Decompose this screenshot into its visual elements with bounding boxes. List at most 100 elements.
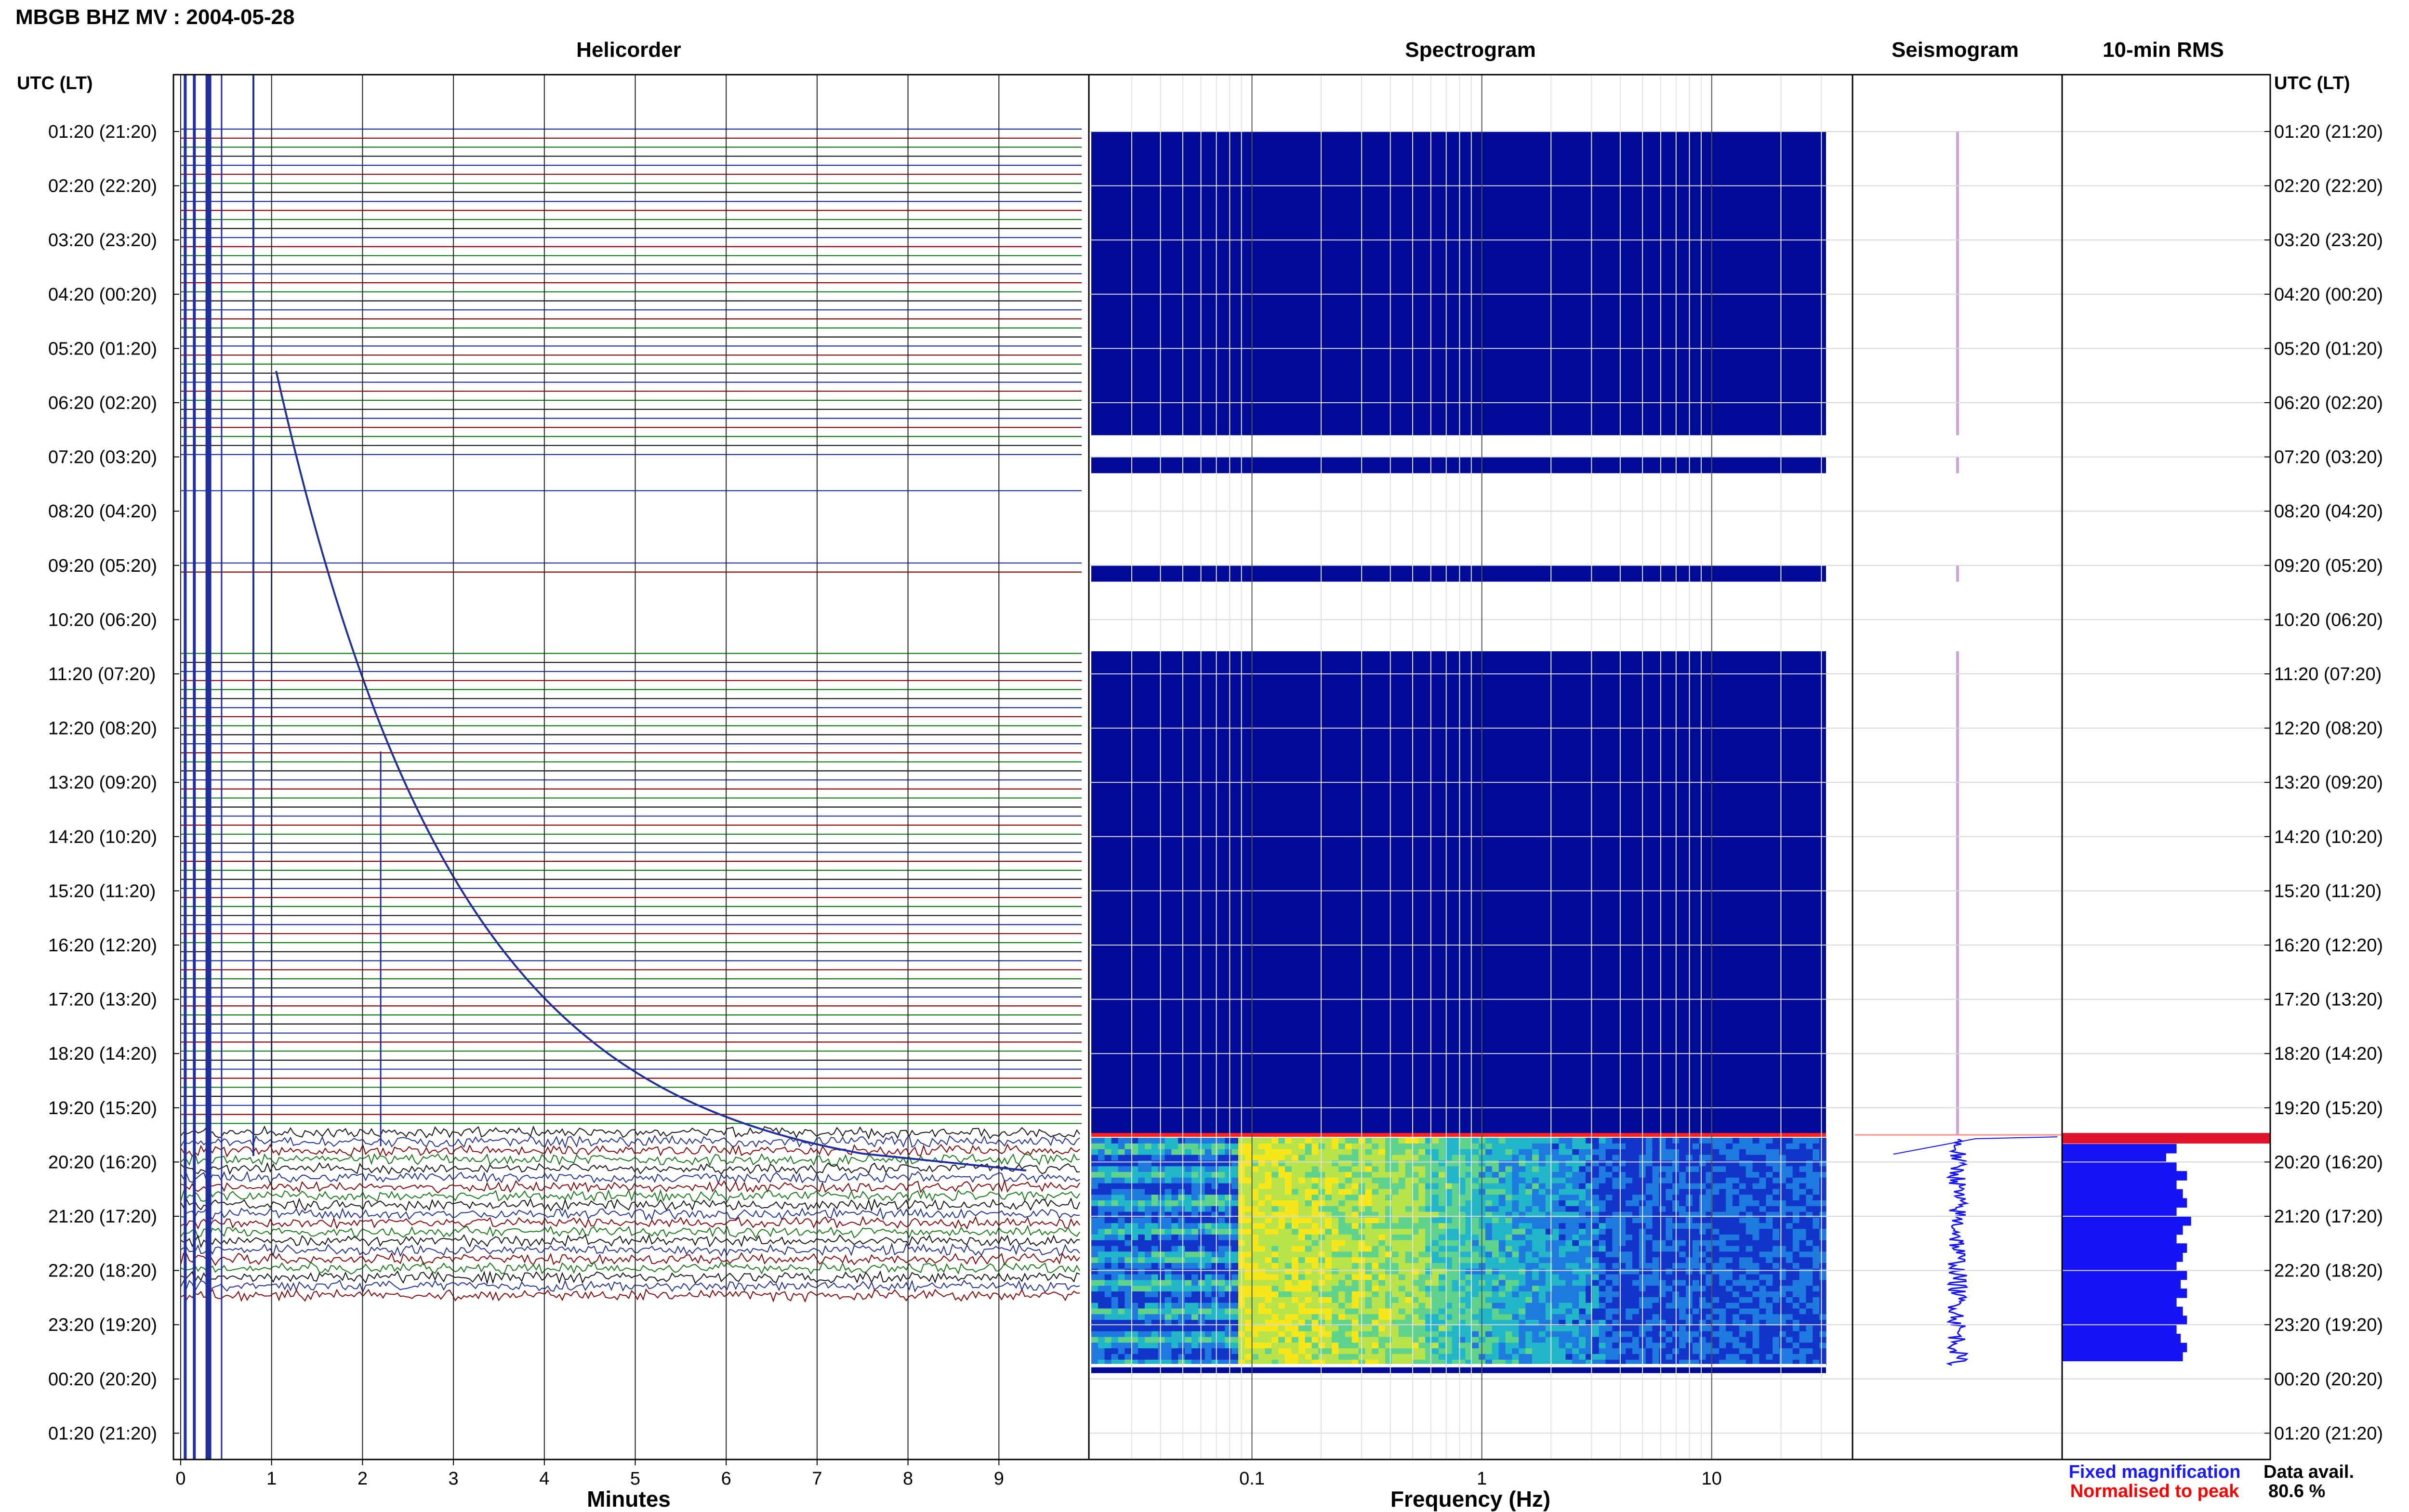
spectrogram-cell (1285, 1280, 1292, 1286)
y-tick-label-right: 21:20 (17:20) (2274, 1207, 2383, 1227)
spectrogram-cell (1579, 1189, 1586, 1195)
spectrogram-cell (1612, 1251, 1619, 1258)
spectrogram-cell (1225, 1297, 1232, 1303)
spectrogram-cell (1786, 1280, 1793, 1286)
y-tick-label-right: 11:20 (07:20) (2274, 664, 2382, 684)
spectrogram-cell (1231, 1314, 1239, 1320)
spectrogram-cell (1338, 1251, 1346, 1258)
spectrogram-cell (1699, 1200, 1707, 1207)
spectrogram-cell (1298, 1206, 1306, 1212)
spectrogram-cell (1338, 1274, 1346, 1280)
spectrogram-cell (1291, 1348, 1299, 1354)
spectrogram-cell (1178, 1280, 1185, 1286)
spectrogram-cell (1278, 1291, 1285, 1298)
spectrogram-cell (1365, 1172, 1372, 1178)
spectrogram-cell (1111, 1211, 1119, 1218)
spectrogram-cell (1599, 1211, 1606, 1218)
spectrogram-cell (1712, 1291, 1720, 1298)
spectrogram-cell (1452, 1354, 1459, 1360)
spectrogram-cell (1305, 1240, 1312, 1247)
spectrogram-cell (1278, 1280, 1285, 1286)
spectrogram-cell (1118, 1326, 1125, 1332)
spectrogram-cell (1438, 1297, 1446, 1303)
spectrogram-cell (1712, 1177, 1720, 1184)
spectrogram-cell (1204, 1143, 1212, 1150)
spectrogram-cell (1766, 1143, 1773, 1150)
spectrogram-cell (1579, 1234, 1586, 1241)
spectrogram-cell (1204, 1314, 1212, 1320)
spectrogram-cell (1138, 1286, 1145, 1292)
spectrogram-cell (1565, 1263, 1573, 1269)
spectrogram-cell (1786, 1217, 1793, 1223)
spectrogram-cell (1131, 1251, 1138, 1258)
spectrogram-cell (1739, 1268, 1747, 1275)
y-tick-label-left: 02:20 (22:20) (48, 176, 157, 197)
spectrogram-cell (1505, 1314, 1512, 1320)
spectrogram-cell (1505, 1149, 1512, 1156)
spectrogram-cell (1338, 1223, 1346, 1229)
spectrogram-cell (1291, 1257, 1299, 1263)
spectrogram-cell (1378, 1274, 1386, 1280)
spectrogram-cell (1351, 1160, 1359, 1167)
spectrogram-cell (1472, 1291, 1479, 1298)
rms-bar (2062, 1180, 2177, 1190)
spectrogram-cell (1572, 1331, 1579, 1338)
spectrogram-cell (1505, 1308, 1512, 1315)
spectrogram-cell (1512, 1229, 1519, 1235)
spectrogram-cell (1659, 1291, 1666, 1298)
spectrogram-cell (1138, 1342, 1145, 1349)
spectrogram-cell (1318, 1160, 1325, 1167)
spectrogram-cell (1806, 1348, 1813, 1354)
spectrogram-cell (1512, 1337, 1519, 1343)
spectrogram-cell (1211, 1308, 1218, 1315)
spectrogram-cell (1626, 1348, 1633, 1354)
spectrogram-cell (1752, 1229, 1760, 1235)
spectrogram-cell (1104, 1246, 1112, 1252)
spectrogram-cell (1365, 1229, 1372, 1235)
spectrogram-cell (1746, 1280, 1753, 1286)
spectrogram-cell (1538, 1240, 1546, 1247)
y-tick-label-left: 10:20 (06:20) (48, 610, 157, 630)
x-axis-label-spectrogram: Frequency (Hz) (1390, 1486, 1550, 1512)
spectrogram-cell (1485, 1206, 1493, 1212)
spectrogram-cell (1652, 1274, 1659, 1280)
spectrogram-cell (1091, 1337, 1099, 1343)
spectrogram-cell (1438, 1149, 1446, 1156)
spectrogram-cell (1104, 1308, 1112, 1315)
spectrogram-cell (1171, 1314, 1178, 1320)
spectrogram-cell (1632, 1257, 1640, 1263)
spectrogram-cell (1773, 1251, 1780, 1258)
spectrogram-cell (1265, 1251, 1272, 1258)
spectrogram-cell (1759, 1280, 1766, 1286)
spectrogram-cell (1318, 1263, 1325, 1269)
spectrogram-cell (1378, 1195, 1386, 1201)
spectrogram-cell (1171, 1149, 1178, 1156)
spectrogram-cell (1251, 1337, 1259, 1343)
spectrogram-cell (1198, 1229, 1205, 1235)
spectrogram-cell (1645, 1200, 1653, 1207)
spectrogram-cell (1104, 1183, 1112, 1189)
spectrogram-cell (1151, 1251, 1159, 1258)
spectrogram-cell (1626, 1251, 1633, 1258)
spectrogram-cell (1265, 1286, 1272, 1292)
spectrogram-cell (1218, 1211, 1225, 1218)
spectrogram-cell (1605, 1354, 1613, 1360)
spectrogram-cell (1405, 1155, 1413, 1161)
spectrogram-cell (1559, 1354, 1566, 1360)
spectrogram-cell (1225, 1240, 1232, 1247)
spectrogram-cell (1325, 1229, 1332, 1235)
spectrogram-cell (1311, 1149, 1319, 1156)
spectrogram-cell (1438, 1223, 1446, 1229)
spectrogram-cell (1418, 1160, 1426, 1167)
spectrogram-cell (1732, 1348, 1740, 1354)
spectrogram-cell (1559, 1195, 1566, 1201)
spectrogram-cell (1559, 1172, 1566, 1178)
spectrogram-cell (1492, 1297, 1499, 1303)
spectrogram-cell (1505, 1177, 1512, 1184)
spectrogram-cell (1626, 1183, 1633, 1189)
spectrogram-cell (1712, 1234, 1720, 1241)
spectrogram-cell (1452, 1268, 1459, 1275)
spectrogram-cell (1225, 1348, 1232, 1354)
spectrogram-cell (1211, 1177, 1218, 1184)
spectrogram-cell (1338, 1217, 1346, 1223)
